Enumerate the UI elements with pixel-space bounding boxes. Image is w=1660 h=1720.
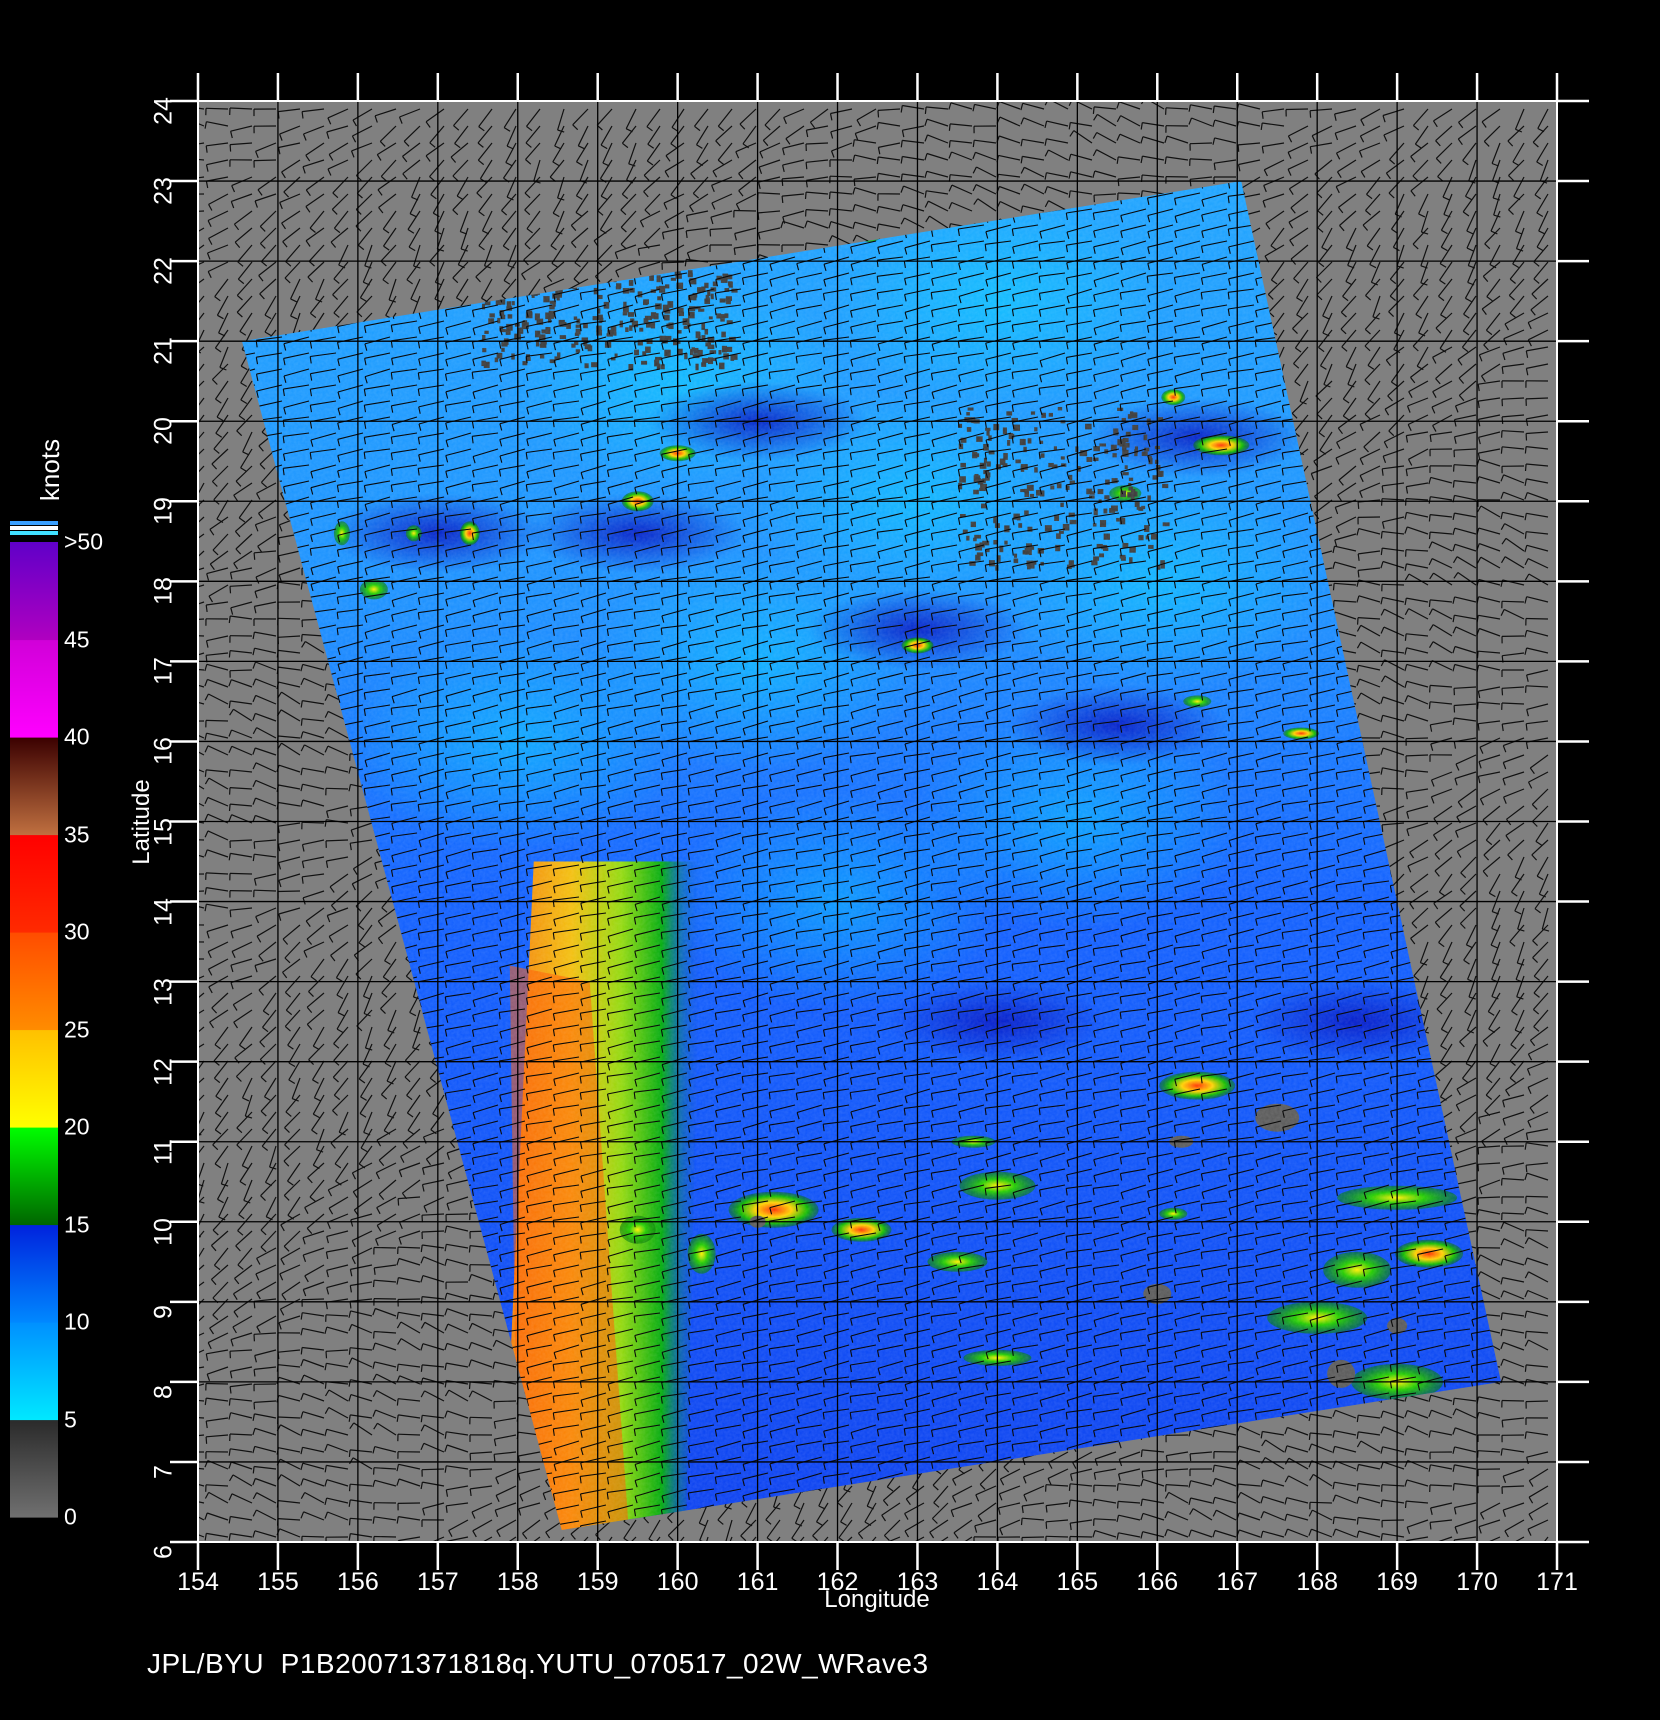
wind-barb bbox=[190, 449, 195, 454]
wind-barb bbox=[1380, 531, 1383, 539]
wind-barb bbox=[181, 745, 184, 751]
wind-barb bbox=[1237, 144, 1240, 152]
wind-barb bbox=[181, 106, 182, 113]
wind-barb bbox=[1189, 179, 1192, 187]
wind-barb bbox=[253, 552, 256, 560]
wind-barb bbox=[781, 178, 784, 186]
wind-barb bbox=[804, 192, 807, 200]
wind-barb bbox=[187, 362, 192, 367]
wind-barb bbox=[183, 591, 185, 598]
wind-barb bbox=[181, 698, 183, 705]
wind-barb bbox=[1189, 142, 1213, 145]
wind-barb bbox=[229, 586, 232, 594]
wind-barb bbox=[181, 118, 184, 124]
wind-barb bbox=[182, 778, 186, 784]
wind-barb bbox=[805, 162, 808, 170]
wind-barb bbox=[1525, 723, 1528, 731]
wind-barb bbox=[182, 158, 183, 165]
wind-barb bbox=[804, 242, 807, 251]
wind-barb bbox=[1332, 583, 1335, 591]
wind-barb bbox=[948, 140, 951, 148]
wind-barb bbox=[924, 106, 927, 114]
wind-barb bbox=[190, 313, 195, 318]
wind-barb bbox=[188, 396, 193, 401]
wind-barb bbox=[188, 464, 193, 469]
wind-barb bbox=[188, 532, 193, 537]
wind-barb bbox=[1524, 463, 1527, 472]
wind-barb bbox=[1309, 110, 1312, 118]
wind-barb bbox=[781, 196, 784, 204]
wind-barb bbox=[1525, 617, 1549, 620]
wind-barb bbox=[191, 433, 197, 437]
wind-barb bbox=[181, 764, 184, 770]
wind-barb bbox=[733, 209, 757, 212]
wind-barb bbox=[1404, 769, 1407, 777]
wind-barb bbox=[182, 668, 183, 675]
wind-barb bbox=[1428, 701, 1431, 709]
wind-barb bbox=[1117, 179, 1120, 187]
wind-barb bbox=[253, 159, 277, 162]
wind-barb bbox=[1381, 583, 1405, 586]
wind-barb bbox=[1404, 633, 1407, 641]
wind-barb bbox=[182, 146, 183, 153]
wind-barb bbox=[1405, 737, 1429, 740]
wind-barb bbox=[188, 566, 193, 571]
wind-barb bbox=[253, 841, 256, 849]
wind-barb bbox=[1452, 480, 1455, 488]
wind-barb bbox=[1429, 685, 1431, 693]
wind-barb bbox=[1428, 599, 1431, 607]
wind-barb bbox=[191, 382, 197, 386]
wind-barb bbox=[1428, 532, 1431, 540]
wind-barb bbox=[301, 634, 303, 642]
wind-barb bbox=[1524, 446, 1527, 454]
wind-barb bbox=[1524, 531, 1527, 539]
wind-barb bbox=[829, 175, 853, 178]
wind-barb bbox=[709, 229, 712, 237]
wind-barb bbox=[205, 107, 229, 110]
wind-barb bbox=[191, 330, 197, 334]
wind-barb bbox=[228, 804, 231, 812]
wind-barb bbox=[300, 718, 303, 726]
wind-barb bbox=[184, 271, 187, 277]
wind-barb bbox=[1285, 108, 1309, 111]
wind-barb bbox=[185, 239, 189, 245]
wind-barb bbox=[277, 617, 301, 620]
wind-barb bbox=[198, 839, 205, 841]
wind-barb bbox=[186, 547, 190, 553]
wind-barb bbox=[183, 609, 185, 616]
wind-barb bbox=[1428, 514, 1431, 522]
wind-barb bbox=[828, 208, 831, 216]
wind-barb bbox=[204, 769, 207, 777]
wind-barb bbox=[661, 261, 685, 264]
wind-barb bbox=[1501, 688, 1504, 696]
wind-barb bbox=[229, 144, 232, 152]
wind-barb bbox=[1477, 723, 1480, 731]
wind-map-plot bbox=[10, 73, 1589, 1570]
wind-barb bbox=[1357, 570, 1360, 578]
wind-barb bbox=[186, 292, 190, 298]
wind-barb bbox=[1357, 501, 1360, 509]
wind-barb bbox=[300, 582, 303, 590]
wind-barb bbox=[189, 482, 194, 487]
wind-barb bbox=[181, 729, 184, 735]
wind-barb bbox=[1500, 446, 1503, 454]
wind-barb bbox=[228, 769, 231, 777]
wind-barb bbox=[1381, 824, 1384, 832]
wind-barb bbox=[1092, 106, 1095, 114]
wind-barb bbox=[877, 110, 880, 118]
wind-barb bbox=[228, 650, 231, 658]
wind-barb bbox=[828, 191, 831, 200]
wind-barb bbox=[853, 179, 856, 187]
wind-barb bbox=[229, 669, 253, 672]
wind-barb bbox=[181, 681, 183, 688]
wind-barb bbox=[188, 515, 193, 520]
wind-barb bbox=[948, 123, 951, 131]
wind-barb bbox=[181, 796, 184, 802]
wind-barb bbox=[191, 416, 197, 420]
wind-barb bbox=[1501, 600, 1525, 603]
wind-barb bbox=[325, 787, 349, 790]
wind-barb bbox=[1501, 416, 1504, 424]
wind-barb bbox=[301, 821, 325, 824]
wind-barb bbox=[205, 719, 229, 722]
